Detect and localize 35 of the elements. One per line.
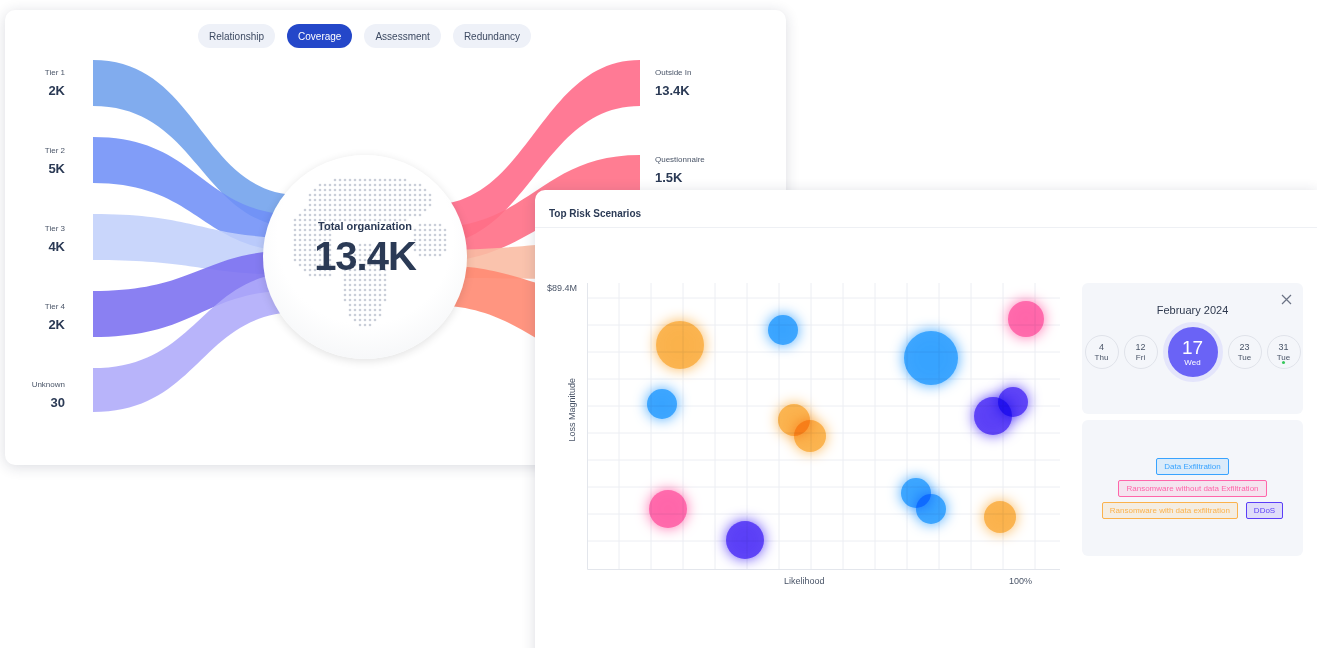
close-icon[interactable] (1281, 294, 1292, 305)
source-label: Unknown (31, 379, 65, 390)
target-value: 13.4K (655, 83, 690, 99)
source-label: Tier 3 (44, 223, 65, 234)
legend-tag: Ransomware with data exfiltration (1101, 501, 1238, 519)
source-label: Tier 4 (44, 301, 65, 312)
risk-bubble[interactable] (998, 387, 1028, 417)
day-chip[interactable]: 17 Wed (1162, 322, 1223, 382)
source-value: 2K (48, 83, 65, 99)
legend-tag: Ransomware without data Exfiltration (1118, 479, 1267, 497)
month-title: February 2024 (1156, 304, 1229, 316)
source-value: 4K (48, 239, 65, 255)
tab[interactable]: Relationship (198, 24, 276, 48)
source-value: 5K (48, 161, 65, 177)
legend-tag: DDoS (1245, 501, 1284, 519)
target-label: Outside In (655, 67, 692, 78)
source-value: 30 (50, 395, 65, 411)
source-label: Tier 2 (44, 145, 65, 156)
y-tick-label: $89.4M (547, 283, 578, 293)
x-tick-label: 100% (1008, 576, 1032, 586)
x-axis-label: Likelihood (784, 576, 825, 586)
tab[interactable]: Redundancy (452, 24, 532, 48)
target-label: Questionnaire (655, 154, 705, 165)
tab[interactable]: Assessment (364, 24, 441, 48)
source-label: Tier 1 (44, 67, 65, 78)
y-axis-label: Loss Magnitude (567, 378, 577, 442)
source-value: 2K (48, 317, 65, 333)
risk-bubble[interactable] (916, 494, 946, 524)
target-value: 1.5K (655, 170, 683, 186)
card-title: Top Risk Scenarios (549, 208, 642, 219)
legend-tag: Data Exfiltration (1156, 457, 1229, 475)
center-value: 13.4K (314, 233, 416, 280)
tab[interactable]: Coverage (287, 24, 353, 48)
center-label: Total organization (318, 220, 412, 232)
risk-bubble[interactable] (726, 521, 764, 559)
